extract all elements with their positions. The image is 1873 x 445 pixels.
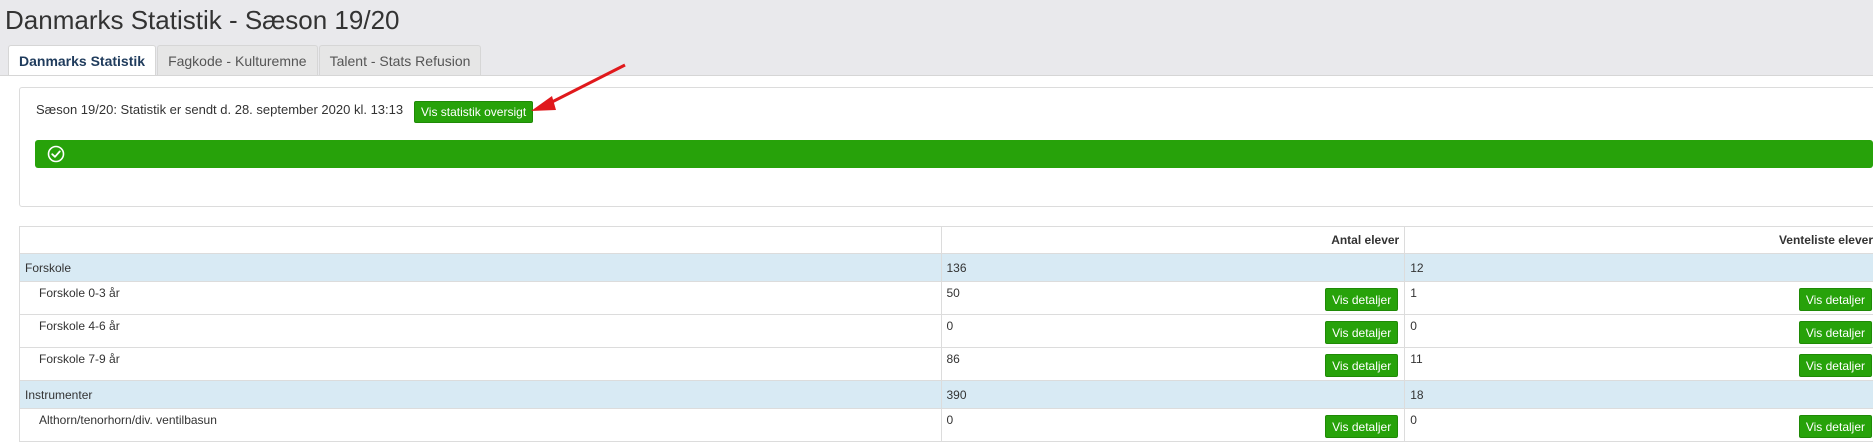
venteliste-elever-value: 1: [1410, 286, 1417, 300]
view-statistics-overview-button[interactable]: Vis statistik oversigt: [414, 101, 533, 123]
table-row: Althorn/tenorhorn/div. ventilbasun 0 Vis d…: [20, 409, 1873, 442]
row-name: Forskole 0-3 år: [39, 286, 120, 300]
tab-talent-stats-refusion[interactable]: Talent - Stats Refusion: [319, 45, 482, 75]
tab-fagkode-kulturemne[interactable]: Fagkode - Kulturemne: [157, 45, 318, 75]
table-cell: Forskole 7-9 år: [20, 348, 942, 381]
tab-danmarks-statistik[interactable]: Danmarks Statistik: [8, 45, 156, 76]
table-cell: Forskole 0-3 år: [20, 282, 942, 315]
table-group-row: Forskole 136 12: [20, 254, 1873, 282]
page-title: Danmarks Statistik - Sæson 19/20: [5, 3, 400, 37]
status-panel: Sæson 19/20: Statistik er sendt d. 28. s…: [19, 87, 1873, 207]
row-name: Instrumenter: [25, 388, 92, 402]
view-details-venteliste-button[interactable]: Vis detaljer: [1799, 354, 1872, 377]
antal-elever-value: 0: [947, 319, 954, 333]
venteliste-elever-value: 0: [1410, 319, 1417, 333]
table-cell: 390: [941, 381, 1405, 409]
table-cell: 0 Vis detaljer: [1405, 409, 1873, 442]
progress-bar: [35, 140, 1873, 168]
table-cell: Althorn/tenorhorn/div. ventilbasun: [20, 409, 942, 442]
table-row: Forskole 7-9 år 86 Vis detaljer 11 Vis detal…: [20, 348, 1873, 381]
column-header-category: [20, 227, 942, 254]
view-details-venteliste-button[interactable]: Vis detaljer: [1799, 288, 1872, 311]
column-header-venteliste-elever: Venteliste elever: [1405, 227, 1873, 254]
table-row: Forskole 4-6 år 0 Vis detaljer 0 Vis detalje…: [20, 315, 1873, 348]
status-text: Sæson 19/20: Statistik er sendt d. 28. s…: [36, 102, 403, 117]
tab-content: Sæson 19/20: Statistik er sendt d. 28. s…: [0, 75, 1873, 445]
view-details-antal-button[interactable]: Vis detaljer: [1325, 415, 1398, 438]
table-cell: Forskole: [20, 254, 942, 282]
view-details-antal-button[interactable]: Vis detaljer: [1325, 321, 1398, 344]
check-circle-icon: [47, 145, 65, 163]
table-row: Forskole 0-3 år 50 Vis detaljer 1 Vis detalj…: [20, 282, 1873, 315]
table-cell: 0 Vis detaljer: [941, 409, 1405, 442]
row-name: Forskole 7-9 år: [39, 352, 120, 366]
row-name: Althorn/tenorhorn/div. ventilbasun: [39, 413, 217, 427]
view-details-antal-button[interactable]: Vis detaljer: [1325, 354, 1398, 377]
row-name: Forskole: [25, 261, 71, 275]
venteliste-elever-value: 12: [1410, 261, 1423, 275]
table-cell: 18: [1405, 381, 1873, 409]
table-cell: Forskole 4-6 år: [20, 315, 942, 348]
venteliste-elever-value: 18: [1410, 388, 1423, 402]
table-cell: 1 Vis detaljer: [1405, 282, 1873, 315]
table-header-row: Antal elever Venteliste elever: [20, 227, 1873, 254]
tab-bar: Danmarks Statistik Fagkode - Kulturemne …: [8, 45, 482, 76]
view-details-venteliste-button[interactable]: Vis detaljer: [1799, 415, 1872, 438]
antal-elever-value: 86: [947, 352, 960, 366]
table-cell: Instrumenter: [20, 381, 942, 409]
venteliste-elever-value: 11: [1410, 352, 1422, 366]
row-name: Forskole 4-6 år: [39, 319, 120, 333]
table-group-row: Instrumenter 390 18: [20, 381, 1873, 409]
table-cell: 0 Vis detaljer: [941, 315, 1405, 348]
antal-elever-value: 390: [947, 388, 967, 402]
statistics-table: Antal elever Venteliste elever Forskole 1…: [19, 226, 1873, 442]
column-header-antal-elever: Antal elever: [941, 227, 1405, 254]
table-cell: 11 Vis detaljer: [1405, 348, 1873, 381]
table-cell: 50 Vis detaljer: [941, 282, 1405, 315]
antal-elever-value: 0: [947, 413, 954, 427]
antal-elever-value: 50: [947, 286, 960, 300]
venteliste-elever-value: 0: [1410, 413, 1417, 427]
table-cell: 12: [1405, 254, 1873, 282]
view-details-antal-button[interactable]: Vis detaljer: [1325, 288, 1398, 311]
table-cell: 0 Vis detaljer: [1405, 315, 1873, 348]
antal-elever-value: 136: [947, 261, 967, 275]
view-details-venteliste-button[interactable]: Vis detaljer: [1799, 321, 1872, 344]
table-cell: 86 Vis detaljer: [941, 348, 1405, 381]
table-cell: 136: [941, 254, 1405, 282]
